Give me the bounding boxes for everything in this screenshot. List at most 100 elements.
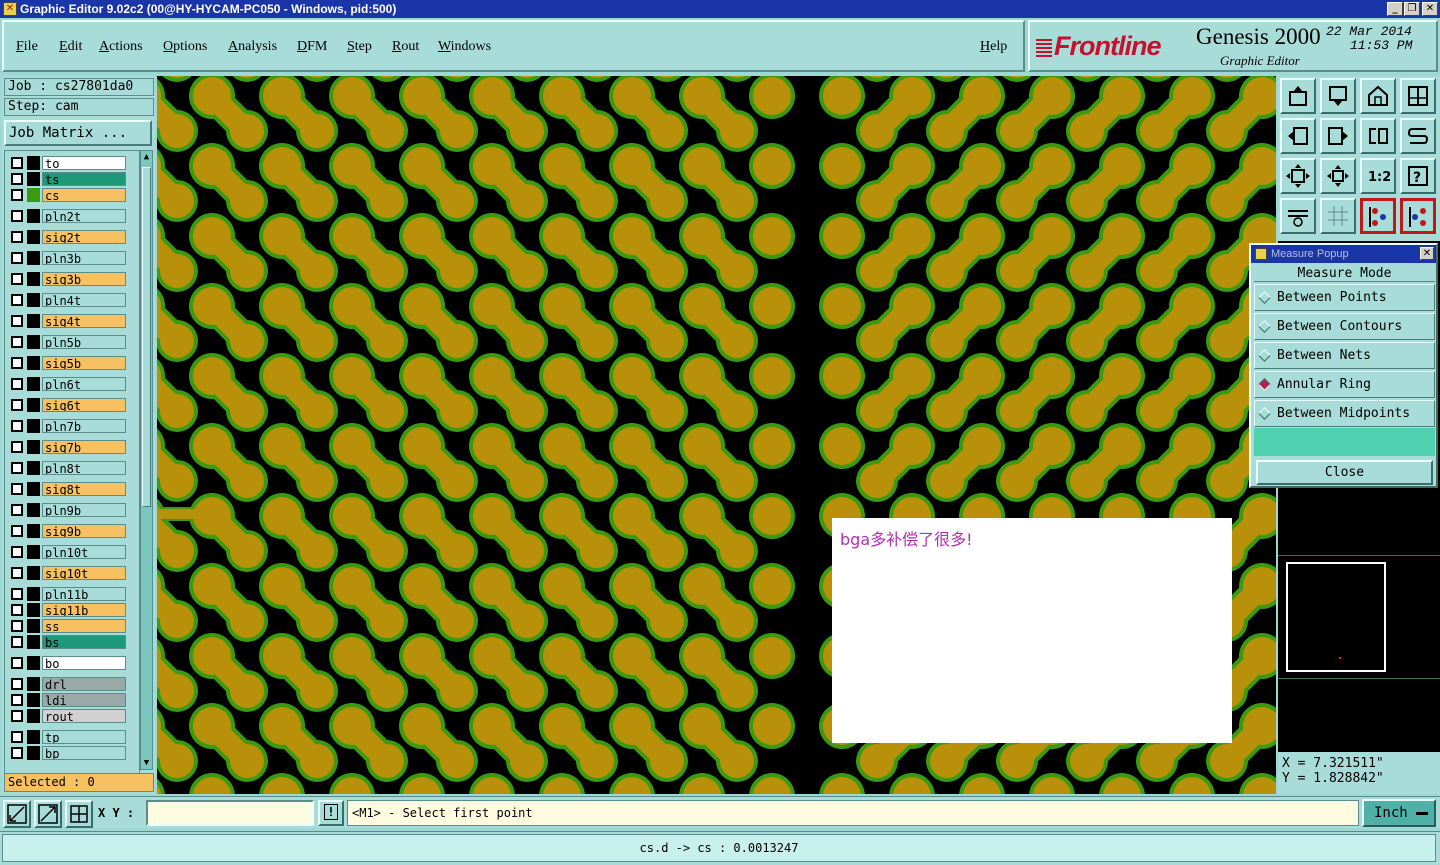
layer-name[interactable]: pln3b: [42, 251, 126, 265]
layer-checkbox[interactable]: [11, 588, 23, 600]
scroll-down-icon[interactable]: ▼: [141, 757, 152, 769]
layer-checkbox[interactable]: [11, 378, 23, 390]
layer-checkbox[interactable]: [11, 694, 23, 706]
scroll-up-icon[interactable]: ▲: [141, 151, 152, 163]
layer-row-pln10t[interactable]: pln10t: [9, 545, 127, 559]
layer-name[interactable]: pln9b: [42, 503, 126, 517]
layer-name[interactable]: ldi: [42, 693, 126, 707]
move-up-button[interactable]: [1280, 78, 1316, 114]
zoom-center-button[interactable]: [1320, 158, 1356, 194]
layer-row-pln4t[interactable]: pln4t: [9, 293, 127, 307]
rotate-button[interactable]: [1360, 118, 1396, 154]
graphic-canvas[interactable]: bga多补偿了很多!: [157, 76, 1276, 794]
layer-row-bp[interactable]: bp: [9, 746, 127, 760]
layer-checkbox[interactable]: [11, 567, 23, 579]
layer-row-cs[interactable]: cs: [9, 188, 127, 202]
tools-button[interactable]: [1280, 198, 1316, 234]
layer-row-ts[interactable]: ts: [9, 172, 127, 186]
layer-checkbox[interactable]: [11, 441, 23, 453]
layer-name[interactable]: sig10t: [42, 566, 126, 580]
layer-row-pln9b[interactable]: pln9b: [9, 503, 127, 517]
layer-row-sig5b[interactable]: sig5b: [9, 356, 127, 370]
layer-checkbox[interactable]: [11, 210, 23, 222]
layer-checkbox[interactable]: [11, 420, 23, 432]
home-button[interactable]: [1360, 78, 1396, 114]
layer-name[interactable]: rout: [42, 709, 126, 723]
menu-windows[interactable]: Windows: [438, 39, 491, 55]
layer-checkbox[interactable]: [11, 357, 23, 369]
layer-name[interactable]: sig6t: [42, 398, 126, 412]
layer-name[interactable]: to: [42, 156, 126, 170]
layer-name[interactable]: bo: [42, 656, 126, 670]
layer-name[interactable]: tp: [42, 730, 126, 744]
layer-name[interactable]: sig9b: [42, 524, 126, 538]
layer-checkbox[interactable]: [11, 157, 23, 169]
layer-name[interactable]: ts: [42, 172, 126, 186]
layer-name[interactable]: pln5b: [42, 335, 126, 349]
option-between-midpoints[interactable]: Between Midpoints: [1254, 400, 1435, 427]
layer-name[interactable]: sig5b: [42, 356, 126, 370]
layer-row-sig6t[interactable]: sig6t: [9, 398, 127, 412]
layer-row-sig9b[interactable]: sig9b: [9, 524, 127, 538]
layer-name[interactable]: bp: [42, 746, 126, 760]
layer-name[interactable]: pln4t: [42, 293, 126, 307]
xy-input[interactable]: [146, 800, 314, 826]
layers-alt-button[interactable]: [1400, 198, 1436, 234]
snake-button[interactable]: [1400, 118, 1436, 154]
menu-dfm[interactable]: DFM: [297, 39, 327, 55]
menu-edit[interactable]: Edit: [59, 39, 82, 55]
layer-name[interactable]: sig7b: [42, 440, 126, 454]
layer-name[interactable]: pln8t: [42, 461, 126, 475]
layer-checkbox[interactable]: [11, 399, 23, 411]
menu-help[interactable]: Help: [980, 39, 1007, 55]
snap-button[interactable]: [3, 800, 31, 828]
menu-step[interactable]: Step: [347, 39, 372, 55]
layer-checkbox[interactable]: [11, 231, 23, 243]
alert-button[interactable]: !: [318, 800, 344, 826]
scale-button[interactable]: 1:2: [1360, 158, 1396, 194]
layer-row-sig11b[interactable]: sig11b: [9, 603, 127, 617]
layer-checkbox[interactable]: [11, 525, 23, 537]
layer-row-pln3b[interactable]: pln3b: [9, 251, 127, 265]
layer-checkbox[interactable]: [11, 252, 23, 264]
layer-checkbox[interactable]: [11, 294, 23, 306]
layer-row-ldi[interactable]: ldi: [9, 693, 127, 707]
layer-name[interactable]: drl: [42, 677, 126, 691]
menu-analysis[interactable]: Analysis: [228, 39, 277, 55]
layer-checkbox[interactable]: [11, 604, 23, 616]
move-down-button[interactable]: [1320, 78, 1356, 114]
layer-checkbox[interactable]: [11, 657, 23, 669]
zoom-fit-button[interactable]: [1280, 158, 1316, 194]
layer-name[interactable]: cs: [42, 188, 126, 202]
layer-row-pln7b[interactable]: pln7b: [9, 419, 127, 433]
layer-checkbox[interactable]: [11, 315, 23, 327]
layer-name[interactable]: ss: [42, 619, 126, 633]
layer-row-sig3b[interactable]: sig3b: [9, 272, 127, 286]
layer-row-sig7b[interactable]: sig7b: [9, 440, 127, 454]
layer-name[interactable]: pln11b: [42, 587, 126, 601]
layer-row-sig8t[interactable]: sig8t: [9, 482, 127, 496]
maximize-button[interactable]: ❐: [1404, 2, 1420, 16]
layer-list[interactable]: to ts cs pln2t sig2t pln3b sig3b pln4t sig4t pln5…: [4, 150, 140, 776]
layer-row-pln5b[interactable]: pln5b: [9, 335, 127, 349]
layer-checkbox[interactable]: [11, 504, 23, 516]
layer-row-drl[interactable]: drl: [9, 677, 127, 691]
move-right-button[interactable]: [1320, 118, 1356, 154]
menu-actions[interactable]: Actions: [99, 39, 143, 55]
grid-button[interactable]: [1320, 198, 1356, 234]
layer-scrollbar[interactable]: ▲ ▼: [140, 150, 153, 770]
layer-checkbox[interactable]: [11, 173, 23, 185]
layer-name[interactable]: sig8t: [42, 482, 126, 496]
help-button[interactable]: ?: [1400, 158, 1436, 194]
scroll-thumb[interactable]: [142, 167, 151, 507]
layer-checkbox[interactable]: [11, 710, 23, 722]
layer-checkbox[interactable]: [11, 636, 23, 648]
layer-checkbox[interactable]: [11, 747, 23, 759]
layer-checkbox[interactable]: [11, 678, 23, 690]
layer-row-tp[interactable]: tp: [9, 730, 127, 744]
layer-name[interactable]: pln2t: [42, 209, 126, 223]
layer-row-bs[interactable]: bs: [9, 635, 127, 649]
layer-checkbox[interactable]: [11, 189, 23, 201]
measure-close-button[interactable]: Close: [1256, 460, 1433, 485]
layer-row-bo[interactable]: bo: [9, 656, 127, 670]
